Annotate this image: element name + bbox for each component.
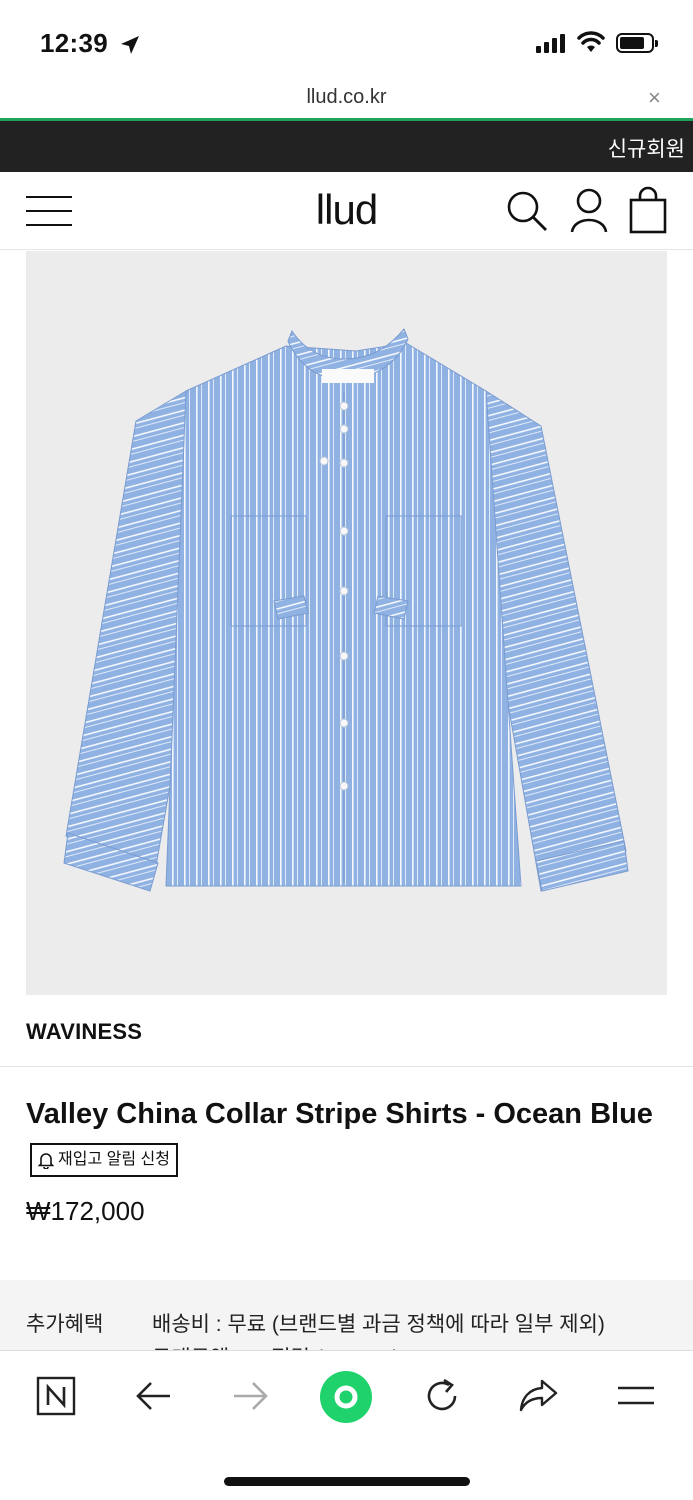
- signal-icon: [536, 33, 565, 53]
- bag-icon[interactable]: [626, 186, 672, 236]
- home-indicator: [224, 1477, 470, 1486]
- share-icon[interactable]: [510, 1373, 566, 1419]
- shipping-info: 배송비 : 무료 (브랜드별 과금 정책에 따라 일부 제외): [152, 1313, 605, 1336]
- back-icon[interactable]: [126, 1373, 182, 1419]
- restock-alert-label[interactable]: 재입고 알림 신청: [58, 1145, 170, 1175]
- product-title: Valley China Collar Stripe Shirts - Ocea…: [26, 1088, 666, 1192]
- restock-alert-button[interactable]: 재입고 알림 신청: [30, 1143, 178, 1177]
- bell-icon: [38, 1153, 54, 1169]
- product-image[interactable]: [26, 251, 667, 995]
- promo-banner[interactable]: 신규회원: [0, 121, 693, 172]
- status-bar: 12:39: [0, 0, 693, 86]
- banner-text[interactable]: 신규회원: [608, 133, 685, 163]
- forward-icon[interactable]: [222, 1373, 278, 1419]
- naver-icon[interactable]: [28, 1373, 84, 1419]
- wifi-icon: [577, 31, 605, 52]
- benefits-label: 추가혜택: [26, 1313, 104, 1336]
- green-home-icon[interactable]: [318, 1369, 374, 1425]
- url-text[interactable]: llud.co.kr: [0, 86, 693, 109]
- search-icon[interactable]: [504, 186, 550, 236]
- location-arrow-icon: [121, 36, 139, 54]
- reload-icon[interactable]: [414, 1373, 470, 1419]
- site-header: llud: [0, 172, 693, 250]
- battery-icon: [616, 33, 658, 53]
- shirt-illustration: [63, 328, 629, 892]
- account-icon[interactable]: [566, 186, 612, 236]
- status-time: 12:39: [40, 28, 108, 58]
- product-price: ₩172,000: [26, 1196, 145, 1226]
- points-info: 구매금액 1% 적립 ( 1720p ): [152, 1342, 400, 1350]
- benefits-section: 추가혜택 배송비 : 무료 (브랜드별 과금 정책에 따라 일부 제외) 구매금…: [0, 1280, 693, 1350]
- brand-row[interactable]: WAVINESS: [0, 995, 693, 1067]
- browser-toolbar: [0, 1350, 693, 1500]
- brand-name[interactable]: WAVINESS: [26, 1019, 142, 1045]
- browser-url-bar[interactable]: llud.co.kr ×: [0, 86, 693, 118]
- more-menu-icon[interactable]: [608, 1373, 664, 1419]
- product-name: Valley China Collar Stripe Shirts - Ocea…: [26, 1098, 653, 1130]
- close-icon[interactable]: ×: [648, 87, 661, 109]
